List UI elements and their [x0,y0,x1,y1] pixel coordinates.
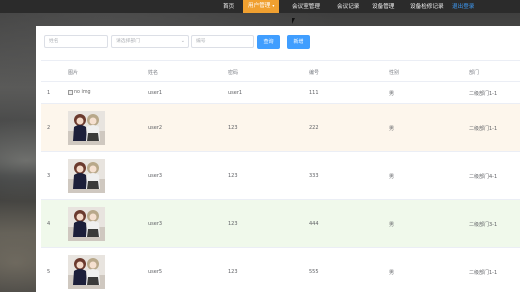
user-code: 222 [309,125,319,131]
name-search-input[interactable]: 姓名 [44,35,108,48]
nav-item-meeting-records[interactable]: 会议记录 [337,2,359,10]
table-row[interactable]: 2 user2 123 222 男 二级部门1-1 [41,104,520,152]
user-name: user3 [148,173,163,179]
user-department: 二级部门1-1 [469,270,498,276]
query-button[interactable]: 查询 [257,35,280,49]
header-password: 密码 [228,70,239,76]
header-name: 姓名 [148,70,159,76]
user-table: 图片 姓名 密码 编号 性别 部门 1 no img user1 user1 111 男二… [41,60,520,292]
user-name: user1 [148,90,163,96]
row-index: 5 [47,269,51,275]
user-gender: 男 [389,91,395,97]
user-department: 二级部门3-1 [469,222,498,228]
table-header: 图片 姓名 密码 编号 性别 部门 [41,60,520,82]
department-placeholder: 请选择部门 [116,39,140,44]
user-name: user3 [148,221,163,227]
user-code: 444 [309,221,319,227]
table-row[interactable]: 4 user3 123 444 男 二级部门3-1 [41,200,520,248]
table-row[interactable]: 1 no img user1 user1 111 男 二级部门1-1 [41,82,520,104]
broken-image-icon [68,90,73,95]
top-nav-bar: 首页 用户管理 ▾ 会议室管理 会议记录 设备管理 设备检修记录 退出登录 [0,0,520,13]
user-password: 123 [228,125,238,131]
department-select[interactable]: 请选择部门 ⌄ [111,35,189,48]
nav-item-meeting-room-management[interactable]: 会议室管理 [292,2,320,10]
header-gender: 性别 [389,70,400,76]
user-password: 123 [228,221,238,227]
nav-item-user-management[interactable]: 用户管理 ▾ [243,0,280,13]
caret-down-icon: ▾ [272,3,275,8]
user-gender: 男 [389,222,395,228]
nav-item-label: 用户管理 [248,3,271,9]
logout-link[interactable]: 退出登录 [452,2,474,10]
row-index: 4 [47,221,51,227]
chevron-down-icon: ⌄ [180,38,185,44]
row-index: 2 [47,125,51,131]
row-index: 3 [47,173,51,179]
user-photo [68,111,105,145]
user-department: 二级部门1-1 [469,126,498,132]
code-search-input[interactable]: 编号 [191,35,254,48]
user-code: 333 [309,173,319,179]
row-index: 1 [47,90,51,96]
user-password: user1 [228,90,243,96]
user-gender: 男 [389,126,395,132]
search-bar: 姓名 请选择部门 ⌄ 编号 查询 新增 [36,26,520,60]
image-alt-text: no img [74,90,91,95]
nav-item-device-management[interactable]: 设备管理 [372,2,394,10]
user-gender: 男 [389,174,395,180]
nav-item-device-repair-records[interactable]: 设备检修记录 [410,2,444,10]
content-panel: 姓名 请选择部门 ⌄ 编号 查询 新增 图片 姓名 密码 编号 性别 部门 1 n… [36,26,520,292]
user-department: 二级部门1-1 [469,91,498,97]
user-code: 111 [309,90,319,96]
table-row[interactable]: 3 user3 123 333 男 二级部门4-1 [41,152,520,200]
user-photo [68,159,105,193]
user-password: 123 [228,173,238,179]
name-placeholder: 姓名 [49,39,59,44]
user-name: user2 [148,125,163,131]
nav-item-home[interactable]: 首页 [223,2,234,10]
user-password: 123 [228,269,238,275]
user-department: 二级部门4-1 [469,174,498,180]
header-department: 部门 [469,70,480,76]
mouse-cursor-icon [292,18,295,24]
user-gender: 男 [389,270,395,276]
code-placeholder: 编号 [196,39,206,44]
user-name: user5 [148,269,163,275]
header-image: 图片 [68,70,79,76]
header-code: 编号 [309,70,320,76]
add-button[interactable]: 新增 [287,35,310,49]
user-photo [68,255,105,289]
user-photo [68,207,105,241]
user-code: 555 [309,269,319,275]
broken-image: no img [68,90,91,95]
table-row[interactable]: 5 user5 123 555 男 二级部门1-1 [41,248,520,292]
